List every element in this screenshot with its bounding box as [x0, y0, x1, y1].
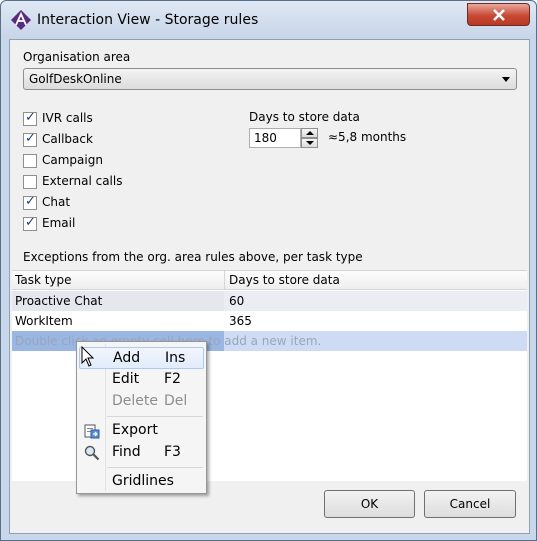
menu-item-add[interactable]: Add Ins: [79, 347, 204, 369]
checkbox-label-ivr-calls: IVR calls: [42, 111, 93, 125]
days-input[interactable]: 180: [249, 128, 301, 148]
menu-item-label: Delete: [112, 393, 158, 409]
table-row[interactable]: Proactive Chat 60: [12, 291, 527, 311]
checkbox-label-external-calls: External calls: [42, 174, 123, 188]
magnifier-icon: [84, 445, 100, 461]
cell-task-type: Proactive Chat: [15, 294, 103, 308]
menu-item-shortcut: Del: [164, 393, 188, 409]
menu-item-gridlines[interactable]: Gridlines: [79, 471, 204, 493]
close-button[interactable]: [467, 3, 530, 26]
menu-item-label: Find: [112, 444, 141, 460]
menu-item-find[interactable]: Find F3: [79, 442, 204, 464]
ok-button[interactable]: OK: [324, 490, 415, 518]
column-divider[interactable]: [224, 271, 225, 290]
checkbox-label-email: Email: [42, 216, 76, 230]
menu-item-shortcut: F3: [164, 444, 181, 460]
org-area-dropdown[interactable]: GolfDeskOnline: [23, 68, 517, 90]
checkbox-callback[interactable]: [23, 131, 37, 147]
checkbox-campaign[interactable]: [23, 154, 37, 168]
menu-item-label: Edit: [112, 371, 140, 387]
months-estimate: ≈5,8 months: [328, 130, 407, 144]
stepper-up-icon[interactable]: [301, 128, 318, 138]
menu-item-shortcut: F2: [164, 371, 181, 387]
menu-item-export[interactable]: Export: [79, 420, 204, 442]
checkbox-external-calls[interactable]: [23, 175, 37, 189]
cell-days: 60: [229, 294, 245, 308]
checkbox-label-callback: Callback: [42, 132, 93, 146]
checkbox-email[interactable]: [23, 215, 37, 231]
app-logo-icon: [11, 10, 31, 30]
column-header-task-type[interactable]: Task type: [15, 273, 72, 287]
menu-item-label: Add: [113, 350, 141, 366]
checkbox-label-chat: Chat: [42, 195, 71, 209]
menu-item-label: Export: [112, 422, 158, 438]
menu-item-label: Gridlines: [112, 473, 174, 489]
export-icon: [84, 424, 100, 439]
menu-separator: [107, 416, 203, 417]
days-label: Days to store data: [249, 110, 360, 124]
table-header: Task type Days to store data: [12, 271, 527, 290]
menu-separator: [107, 467, 203, 468]
checkbox-label-campaign: Campaign: [42, 153, 103, 167]
org-area-value: GolfDeskOnline: [29, 72, 122, 86]
menu-item-delete[interactable]: Delete Del: [79, 391, 204, 413]
cell-days: 365: [229, 314, 252, 328]
chevron-down-icon: [502, 77, 510, 82]
stepper-down-icon[interactable]: [301, 138, 318, 148]
context-menu: Add Ins Edit F2 Delete Del Export Find F…: [76, 341, 207, 494]
mouse-pointer-icon: [81, 346, 95, 367]
exceptions-label: Exceptions from the org. area rules abov…: [23, 250, 363, 264]
title-bar[interactable]: Interaction View - Storage rules: [1, 1, 536, 39]
window-title: Interaction View - Storage rules: [37, 12, 259, 28]
column-header-days[interactable]: Days to store data: [229, 273, 340, 287]
checkbox-ivr-calls[interactable]: [23, 110, 37, 126]
close-icon: [493, 9, 505, 21]
table-row[interactable]: WorkItem 365: [12, 311, 527, 331]
dialog-window: Interaction View - Storage rules Organis…: [0, 0, 537, 541]
menu-item-edit[interactable]: Edit F2: [79, 369, 204, 391]
cell-task-type: WorkItem: [15, 314, 73, 328]
days-stepper[interactable]: [301, 128, 318, 148]
cancel-button[interactable]: Cancel: [424, 490, 516, 518]
menu-item-shortcut: Ins: [165, 350, 186, 366]
checkbox-chat[interactable]: [23, 194, 37, 210]
org-area-label: Organisation area: [23, 50, 131, 64]
